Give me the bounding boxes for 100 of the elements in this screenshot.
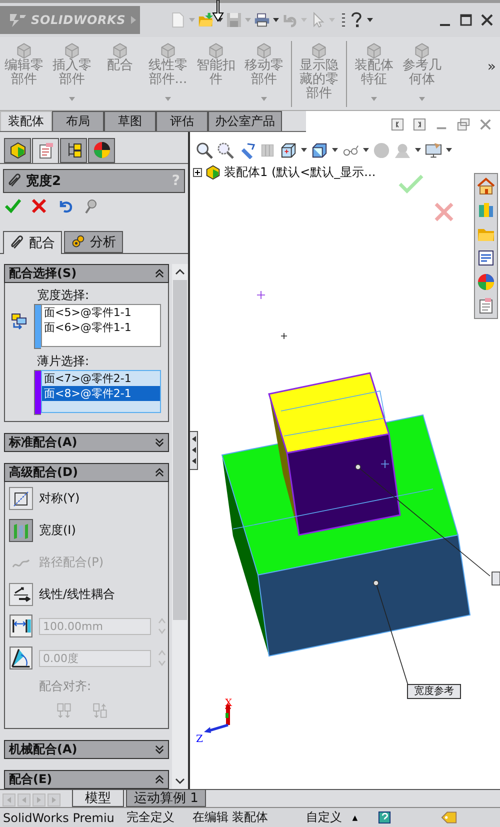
logo-text: SOLIDWORKS bbox=[31, 12, 126, 27]
close-icon[interactable] bbox=[480, 12, 494, 27]
tab[interactable]: 办公室产品 bbox=[208, 110, 282, 131]
help-icon[interactable] bbox=[378, 811, 391, 824]
status-text: 完全定义 bbox=[126, 809, 174, 826]
manager-tab[interactable] bbox=[32, 138, 59, 163]
selection-list[interactable]: 面<7>@零件2-1 面<8>@零件2-1 bbox=[41, 370, 161, 413]
cube-icon[interactable] bbox=[311, 142, 328, 159]
tab[interactable]: 布局 bbox=[52, 110, 104, 131]
tile-right-icon[interactable] bbox=[413, 118, 426, 131]
restore-icon[interactable] bbox=[457, 118, 470, 131]
caret-icon[interactable] bbox=[363, 148, 369, 152]
tab[interactable]: 评估 bbox=[156, 110, 208, 131]
chevron-icon bbox=[155, 438, 164, 447]
color-wheel-icon[interactable] bbox=[477, 272, 495, 291]
mate-type-label: 路径配合(P) bbox=[39, 554, 104, 571]
list-label: 宽度选择: bbox=[36, 286, 90, 304]
logo-icon bbox=[8, 12, 28, 28]
crosshair-mark bbox=[280, 332, 288, 339]
mate-type-label: 宽度(I) bbox=[39, 522, 76, 539]
chevron-icon bbox=[155, 468, 164, 477]
tag-icon[interactable] bbox=[440, 811, 457, 824]
mate-type-label: 对称(Y) bbox=[39, 490, 80, 507]
home-icon[interactable] bbox=[477, 176, 495, 195]
caret-icon bbox=[261, 96, 267, 101]
pushpin-icon[interactable] bbox=[83, 198, 99, 214]
more-button[interactable]: » bbox=[487, 58, 496, 75]
library-icon[interactable] bbox=[477, 200, 495, 219]
zoom-area-icon[interactable] bbox=[217, 142, 234, 159]
caret-icon bbox=[165, 96, 171, 101]
mate-type-button[interactable] bbox=[9, 486, 33, 510]
section-header[interactable]: 配合(E) bbox=[4, 770, 170, 789]
status-text: SolidWorks Premiu bbox=[3, 810, 114, 825]
scroll-thumb[interactable] bbox=[173, 280, 188, 620]
scroll-down-icon[interactable] bbox=[175, 778, 186, 784]
caret-icon[interactable] bbox=[446, 148, 452, 152]
list-label: 薄片选择: bbox=[36, 352, 90, 370]
maximize-icon[interactable] bbox=[459, 12, 473, 27]
paperclip-icon bbox=[8, 173, 21, 188]
mate-type-button[interactable] bbox=[9, 582, 33, 606]
printer-icon[interactable] bbox=[254, 12, 270, 28]
chevron-icon bbox=[155, 268, 164, 278]
manager-tab[interactable] bbox=[60, 138, 87, 163]
caret-icon[interactable] bbox=[273, 18, 279, 22]
tab[interactable]: 草图 bbox=[104, 110, 156, 131]
caret-icon[interactable] bbox=[415, 148, 421, 152]
assembly-icon bbox=[205, 164, 221, 180]
tab[interactable]: 分析 bbox=[64, 230, 123, 253]
section-header[interactable]: 标准配合(A) bbox=[4, 432, 170, 452]
list-item[interactable]: 面<5>@零件1-1 bbox=[42, 304, 160, 320]
alignment-label: 配合对齐: bbox=[38, 678, 92, 695]
panel-toggle-handle[interactable] bbox=[190, 430, 198, 470]
callout-label[interactable]: 宽度参考 bbox=[407, 684, 461, 699]
tab[interactable]: 模型 bbox=[72, 790, 124, 808]
expand-icon[interactable] bbox=[193, 168, 202, 177]
anchor-point[interactable] bbox=[373, 580, 379, 586]
check-icon[interactable] bbox=[5, 198, 21, 214]
list-view-icon[interactable] bbox=[477, 248, 495, 267]
monitor-icon[interactable] bbox=[425, 142, 442, 159]
tab[interactable]: 装配体 bbox=[0, 110, 52, 131]
crosshair-mark bbox=[380, 459, 390, 468]
paperclip-icon bbox=[10, 235, 24, 250]
selection-list[interactable]: 面<5>@零件1-1 面<6>@零件1-1 bbox=[41, 304, 161, 347]
mate-type-label: 线性/线性耦合 bbox=[39, 586, 116, 603]
scroll-up-icon[interactable] bbox=[175, 268, 186, 275]
crosshair-mark bbox=[256, 290, 266, 299]
swap-icon[interactable] bbox=[10, 312, 28, 330]
list-item[interactable]: 面<7>@零件2-1 bbox=[42, 370, 160, 386]
component-icon bbox=[207, 40, 225, 59]
component-icon bbox=[111, 40, 129, 59]
axis-label: X bbox=[225, 698, 232, 709]
mate-type-button[interactable] bbox=[9, 518, 33, 542]
color-wheel-icon bbox=[92, 141, 110, 160]
tab[interactable]: 配合 bbox=[3, 230, 62, 254]
cursor-icon bbox=[212, 0, 224, 22]
model-drawing[interactable] bbox=[221, 372, 471, 656]
manager-tab[interactable] bbox=[4, 138, 31, 163]
section-header[interactable]: 高级配合(D) bbox=[4, 462, 170, 482]
tree-item[interactable]: 装配体1 (默认<默认_显示... bbox=[224, 164, 376, 181]
tile-left-icon[interactable] bbox=[391, 118, 404, 131]
caret-icon bbox=[371, 96, 377, 101]
section-header[interactable]: 机械配合(A) bbox=[4, 740, 170, 759]
manager-tab[interactable] bbox=[88, 138, 115, 163]
component-icon bbox=[63, 40, 81, 59]
list-item[interactable]: 面<8>@零件2-1 bbox=[42, 386, 160, 401]
caret-icon[interactable] bbox=[332, 148, 338, 152]
view-orientation-icon[interactable] bbox=[280, 142, 297, 159]
zoom-to-fit-icon[interactable] bbox=[196, 142, 213, 159]
panel-title: 宽度2 bbox=[26, 172, 62, 190]
axis-label: Z bbox=[196, 734, 203, 745]
caret-icon[interactable] bbox=[367, 18, 373, 22]
scrollbar[interactable] bbox=[172, 264, 188, 789]
tab[interactable]: 运动算例 1 bbox=[126, 790, 206, 808]
caret-icon[interactable] bbox=[301, 148, 307, 152]
section-header[interactable]: 配合选择(S) bbox=[4, 264, 170, 283]
list-item[interactable]: 面<6>@零件1-1 bbox=[42, 320, 160, 335]
anchor-point[interactable] bbox=[355, 464, 361, 470]
clipboard-icon[interactable] bbox=[477, 296, 495, 315]
distance-icon bbox=[9, 614, 33, 638]
status-text: 在编辑 装配体 bbox=[192, 809, 268, 826]
